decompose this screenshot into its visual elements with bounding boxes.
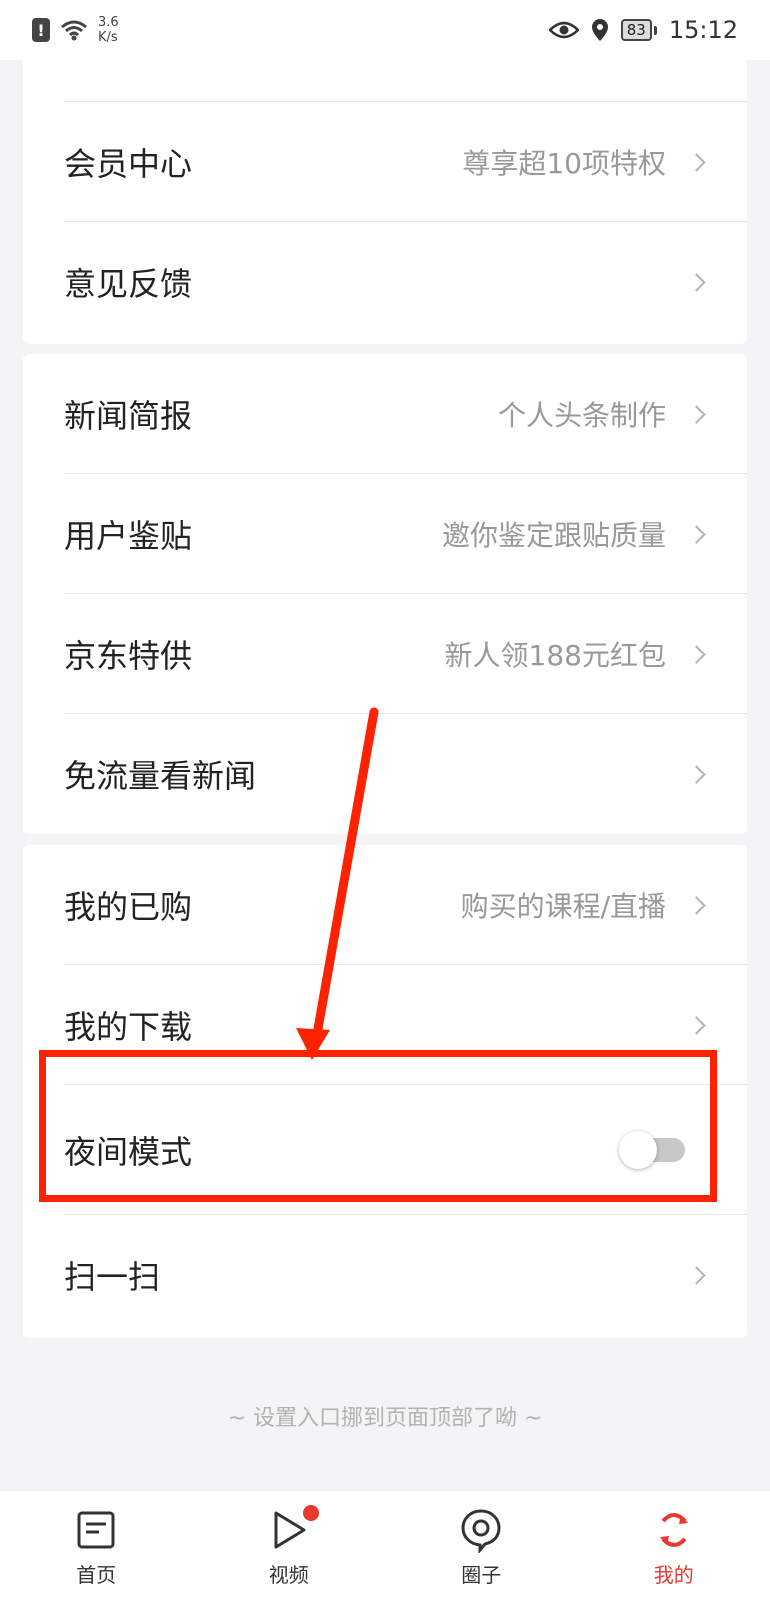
- tab-mine[interactable]: 我的: [578, 1491, 770, 1601]
- menu-row-subtitle: 尊享超10项特权: [462, 142, 666, 182]
- chevron-right-icon: [687, 645, 705, 663]
- tab-circle[interactable]: 圈子: [385, 1491, 578, 1601]
- status-bar: ! 3.6 K/s 83 15:12: [0, 0, 770, 60]
- menu-row-label: 我的下载: [64, 1002, 192, 1048]
- chevron-right-icon: [687, 153, 705, 171]
- menu-row-feedback[interactable]: 意见反馈: [23, 222, 747, 342]
- menu-row-subtitle: 购买的课程/直播: [461, 885, 666, 925]
- chevron-right-icon: [687, 896, 705, 914]
- chevron-right-icon: [687, 1016, 705, 1034]
- menu-row-subtitle: 个人头条制作: [498, 394, 666, 434]
- menu-row-subtitle: 邀你鉴定跟贴质量: [442, 514, 666, 554]
- tab-label: 圈子: [461, 1559, 501, 1588]
- menu-row-my-purchases[interactable]: 我的已购 购买的课程/直播: [23, 845, 747, 965]
- battery-icon: 83: [621, 19, 657, 41]
- menu-row-member-center[interactable]: 会员中心 尊享超10项特权: [23, 102, 747, 222]
- chevron-right-icon: [687, 765, 705, 783]
- chevron-right-icon: [687, 525, 705, 543]
- previous-row-stub: [23, 58, 747, 102]
- menu-row-free-data-news[interactable]: 免流量看新闻: [23, 714, 747, 834]
- net-speed-unit: K/s: [98, 30, 119, 45]
- menu-row-scan[interactable]: 扫一扫: [23, 1215, 747, 1335]
- menu-row-label: 扫一扫: [64, 1252, 160, 1298]
- menu-row-user-review[interactable]: 用户鉴贴 邀你鉴定跟贴质量: [23, 474, 747, 594]
- menu-row-label: 新闻简报: [64, 391, 192, 437]
- menu-row-label: 免流量看新闻: [64, 751, 256, 797]
- bottom-tab-bar: 首页 视频 圈子 我的: [0, 1490, 770, 1601]
- tab-video[interactable]: 视频: [193, 1491, 386, 1601]
- menu-row-subtitle: 新人领188元红包: [445, 634, 666, 674]
- annotation-highlight-box: [39, 1050, 717, 1202]
- menu-row-label: 会员中心: [64, 139, 192, 185]
- chevron-right-icon: [687, 405, 705, 423]
- battery-level: 83: [621, 19, 652, 41]
- menu-row-label: 京东特供: [64, 631, 192, 677]
- alert-icon: !: [32, 18, 50, 42]
- menu-row-label: 用户鉴贴: [64, 511, 192, 557]
- circle-icon: [458, 1507, 504, 1553]
- menu-row-label: 我的已购: [64, 882, 192, 928]
- footer-hint: ~ 设置入口挪到页面顶部了呦 ~: [0, 1400, 770, 1432]
- news-icon: [73, 1507, 119, 1553]
- tab-label: 视频: [269, 1559, 309, 1588]
- net-speed-value: 3.6: [98, 15, 119, 30]
- notification-dot: [303, 1505, 319, 1521]
- profile-icon: [651, 1507, 697, 1553]
- settings-group-1: 会员中心 尊享超10项特权 意见反馈: [23, 58, 747, 344]
- location-icon: [591, 18, 609, 42]
- chevron-right-icon: [687, 1266, 705, 1284]
- tab-home[interactable]: 首页: [0, 1491, 193, 1601]
- wifi-icon: [60, 19, 88, 41]
- network-speed: 3.6 K/s: [98, 15, 119, 45]
- tab-label: 首页: [76, 1559, 116, 1588]
- clock: 15:12: [669, 16, 738, 44]
- eye-icon: [549, 20, 579, 40]
- menu-row-jd-special[interactable]: 京东特供 新人领188元红包: [23, 594, 747, 714]
- chevron-right-icon: [687, 273, 705, 291]
- menu-row-label: 意见反馈: [64, 259, 192, 305]
- menu-row-news-briefing[interactable]: 新闻简报 个人头条制作: [23, 354, 747, 474]
- settings-group-2: 新闻简报 个人头条制作 用户鉴贴 邀你鉴定跟贴质量 京东特供 新人领188元红包…: [23, 354, 747, 834]
- tab-label: 我的: [654, 1559, 694, 1588]
